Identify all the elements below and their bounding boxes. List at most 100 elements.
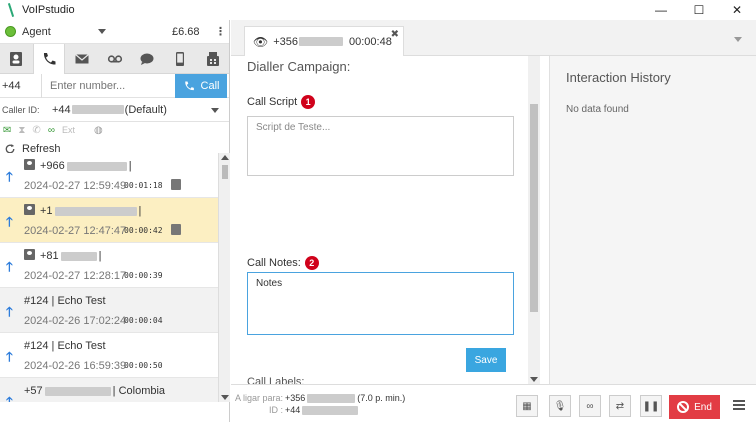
email-status-icon: ✉ [3,124,12,136]
maximize-button[interactable]: ☐ [680,0,718,20]
fax-icon [206,52,219,66]
interaction-history-title: Interaction History [566,70,671,85]
contacts-icon [10,52,23,66]
mute-button[interactable]: 🎙 [549,395,571,417]
chevron-down-icon[interactable] [98,29,106,34]
voicemail-status-icon: ∞ [47,124,55,136]
eye-icon: 👁 [253,34,269,49]
active-call-tab[interactable]: 👁 +356 00:00:48 ✖ [244,26,404,56]
scroll-thumb[interactable] [222,165,228,179]
app-logo-icon [4,3,18,17]
note-icon[interactable] [171,179,181,190]
tab-phone[interactable] [32,44,66,74]
call-button[interactable]: Call [175,74,227,98]
voicemail-icon [107,55,122,63]
call-notes-textarea[interactable]: Notes [247,272,514,335]
voicemail-transfer-button[interactable]: ∞ [579,395,601,417]
outgoing-call-icon: 🡑 [6,349,13,364]
call-list-item[interactable]: 🡑 +1 | 2024-02-27 12:47:47 00:00:42 [0,198,230,243]
call-list-item[interactable]: 🡑 #124 | Echo Test 2024-02-26 17:02:24 00:0… [0,288,230,333]
caller-id-label: Caller ID: [2,104,40,115]
chevron-down-icon[interactable] [734,37,742,42]
call-duration: 00:00:50 [124,361,163,370]
scroll-up-icon[interactable] [221,155,229,160]
caller-id-value: +44 (Default) [52,103,167,116]
dial-to-value: +356 (7.0 p. min.) [285,393,406,404]
transfer-icon: ⇄ [615,400,625,412]
hourglass-icon: ⧗ [18,124,26,136]
badge-1: 1 [301,95,316,109]
call-date: 2024-02-26 16:59:39 [24,360,127,372]
call-script-label: Call Script 1 [247,95,316,109]
form-scroll-thumb[interactable] [530,104,538,312]
interaction-history-panel: Interaction History No data found [549,56,756,384]
contact-icon [24,249,35,260]
right-panel: 👁 +356 00:00:48 ✖ Dialler Campaign: Call… [231,20,756,422]
caller-id-select[interactable]: Caller ID: +44 (Default) [0,98,229,122]
phone-status-icon: ✆ [32,124,41,136]
agent-status-row[interactable]: Agent £6.68 ⋮ [0,20,229,44]
dial-to-label: A ligar para: [235,393,284,403]
call-labels-label: Call Labels: [247,376,305,384]
left-tab-bar [0,44,229,74]
call-list-item[interactable]: 🡑 #124 | Echo Test 2024-02-26 16:59:39 00:0… [0,333,230,378]
interaction-history-empty: No data found [566,104,629,115]
form-scrollbar[interactable] [528,56,540,384]
call-list-item[interactable]: 🡑 +966 | 2024-02-27 12:59:49 00:01:18 [0,153,230,198]
tab-voicemail[interactable] [98,44,131,74]
outgoing-call-icon: 🡑 [6,169,13,184]
call-duration: 00:00:42 [124,226,163,235]
badge-2: 2 [304,256,319,270]
title-bar: VoIPstudio — ☐ ✕ [0,0,756,20]
call-list-item[interactable]: 🡑 +81 | 2024-02-27 12:28:17 00:00:39 [0,243,230,288]
save-button[interactable]: Save [466,348,506,372]
note-icon[interactable] [171,224,181,235]
transfer-button[interactable]: ⇄ [609,395,631,417]
kebab-menu-icon[interactable]: ⋮ [215,25,226,38]
call-notes-label: Call Notes: 2 [247,256,319,270]
phone-outgoing-icon [184,81,194,91]
call-number: +81 | [40,250,102,262]
hamburger-menu-icon[interactable] [733,400,745,412]
outgoing-call-icon: 🡑 [6,214,13,229]
dialler-campaign-form: Dialler Campaign: Call Script 1 Script de… [231,56,541,384]
contact-icon [24,204,35,215]
hold-button[interactable]: ❚❚ [640,395,662,417]
outgoing-call-icon: 🡑 [6,394,13,402]
call-date: 2024-02-26 17:02:24 [24,315,127,327]
number-input[interactable] [42,74,176,97]
outgoing-call-icon: 🡑 [6,259,13,274]
tab-mobile[interactable] [164,44,197,74]
phone-icon [44,53,56,65]
keypad-button[interactable]: ▦ [516,395,538,417]
call-date: 2024-02-27 12:28:17 [24,270,127,282]
tab-email[interactable] [65,44,98,74]
scroll-down-icon[interactable] [530,377,538,382]
close-tab-icon[interactable]: ✖ [391,29,399,40]
end-call-button[interactable]: End [669,395,720,419]
call-number: +1 | [40,205,142,217]
minimize-button[interactable]: — [642,0,680,20]
pause-icon: ❚❚ [642,400,660,412]
window-controls: — ☐ ✕ [642,0,756,20]
ext-label: Ext [61,125,75,135]
tab-contacts[interactable] [0,44,33,74]
agent-status-label: Agent [22,25,51,38]
tab-chat[interactable] [131,44,164,74]
close-button[interactable]: ✕ [718,0,756,20]
active-call-number: +356 [273,36,344,48]
voicemail-icon: ∞ [586,400,594,412]
call-list-item[interactable]: 🡑 +57 | Colombia [0,378,230,402]
campaign-title: Dialler Campaign: [247,59,351,74]
call-number: +57 | Colombia [24,385,166,397]
id-label: ID : [269,405,284,415]
end-call-label: End [694,401,712,413]
call-list-scrollbar[interactable] [218,153,230,402]
account-balance: £6.68 [172,26,200,38]
call-script-textarea[interactable]: Script de Teste... [247,116,514,176]
contact-icon [24,159,35,170]
country-code-select[interactable]: +44 [0,73,42,98]
call-number: #124 | Echo Test [24,295,106,307]
tab-fax[interactable] [196,44,229,74]
scroll-down-icon[interactable] [221,395,229,400]
